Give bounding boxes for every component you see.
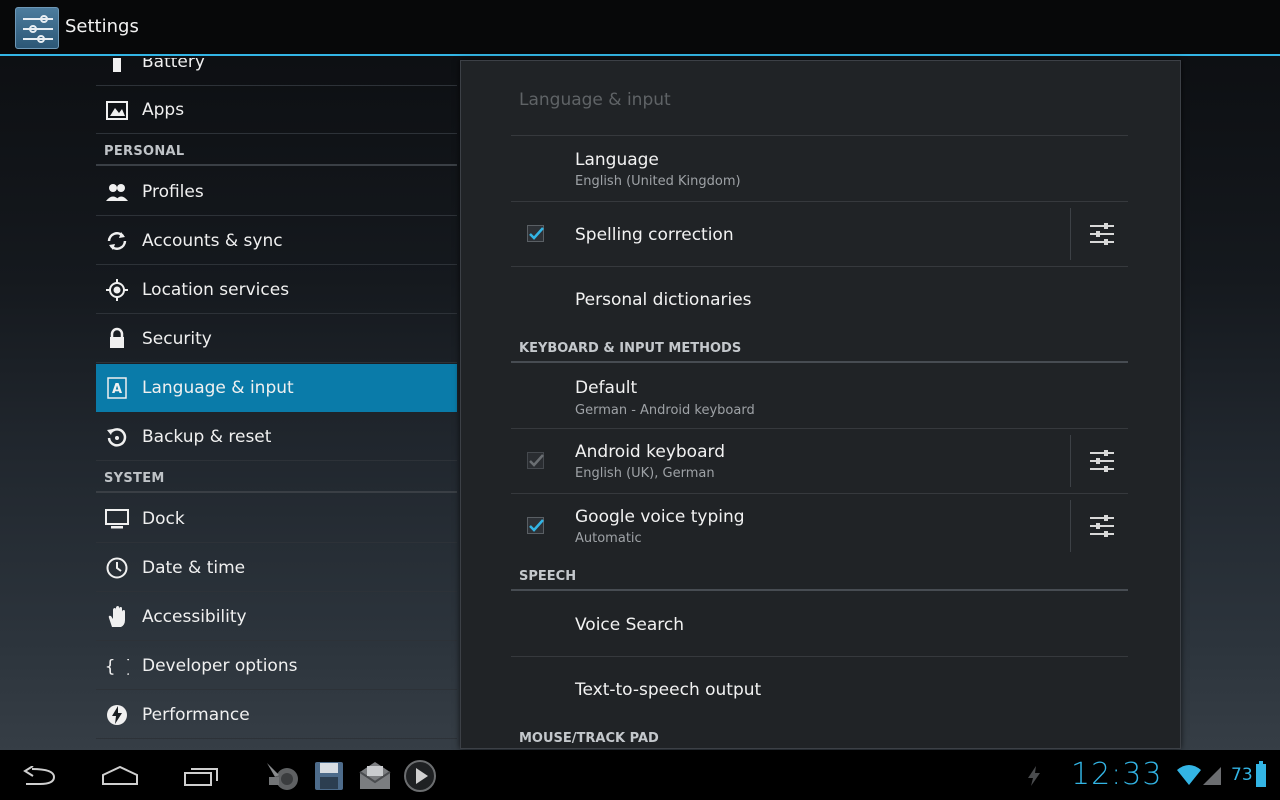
default-summary: German - Android keyboard xyxy=(575,403,755,418)
settings-item-performance[interactable]: Performance xyxy=(96,691,457,739)
vertical-divider xyxy=(1070,208,1071,260)
tts-output-title: Text-to-speech output xyxy=(575,680,762,700)
google-voice-typing-title: Google voice typing xyxy=(575,507,745,527)
battery-status-icon xyxy=(1256,761,1266,787)
android-keyboard-checkbox[interactable] xyxy=(527,452,545,470)
voice-search-row[interactable]: Voice Search xyxy=(511,591,1128,656)
settings-app-icon[interactable] xyxy=(15,7,59,49)
settings-item-location[interactable]: Location services xyxy=(96,266,457,314)
apps-icon xyxy=(106,101,128,120)
settings-item-accounts-sync[interactable]: Accounts & sync xyxy=(96,217,457,265)
settings-item-security[interactable]: Security xyxy=(96,315,457,363)
settings-item-accessibility[interactable]: Accessibility xyxy=(96,593,457,641)
voice-search-title: Voice Search xyxy=(575,615,685,635)
language-input-panel: Language & input Language English (Unite… xyxy=(460,60,1181,749)
personal-dictionaries-title: Personal dictionaries xyxy=(575,290,752,310)
section-header-system: SYSTEM xyxy=(96,463,457,493)
hand-icon xyxy=(108,606,125,627)
panel-title: Language & input xyxy=(519,90,671,110)
performance-icon xyxy=(107,705,127,725)
home-icon[interactable] xyxy=(101,766,139,786)
notification-app-icon[interactable] xyxy=(265,759,301,791)
back-icon[interactable] xyxy=(22,766,58,786)
save-notification-icon[interactable] xyxy=(314,761,344,791)
recent-apps-icon[interactable] xyxy=(183,765,219,787)
section-header-speech: SPEECH xyxy=(519,569,577,584)
default-input-method-row[interactable]: Default German - Android keyboard xyxy=(511,363,1128,428)
media-play-icon[interactable] xyxy=(403,759,437,793)
android-keyboard-row[interactable]: Android keyboard English (UK), German xyxy=(511,429,1128,493)
backup-icon xyxy=(107,428,127,447)
google-voice-typing-summary: Automatic xyxy=(575,531,642,546)
charging-icon xyxy=(1028,766,1040,786)
profiles-icon xyxy=(106,184,128,201)
wifi-icon xyxy=(1177,765,1201,785)
section-header-mouse: MOUSE/TRACK PAD xyxy=(519,731,659,746)
settings-item-developer-options[interactable]: { } Developer options xyxy=(96,642,457,690)
vertical-divider xyxy=(1070,500,1071,552)
spelling-settings-icon[interactable] xyxy=(1089,222,1115,246)
google-voice-typing-row[interactable]: Google voice typing Automatic xyxy=(511,494,1128,558)
default-title: Default xyxy=(575,378,638,398)
android-keyboard-summary: English (UK), German xyxy=(575,466,715,481)
settings-categories-list: Battery Apps PERSONAL Profiles Accounts … xyxy=(96,58,457,750)
spelling-correction-title: Spelling correction xyxy=(575,225,734,245)
location-icon xyxy=(106,279,128,301)
language-row[interactable]: Language English (United Kingdom) xyxy=(511,136,1128,201)
android-keyboard-title: Android keyboard xyxy=(575,442,725,462)
google-voice-settings-icon[interactable] xyxy=(1089,514,1115,538)
settings-item-language-input[interactable]: A Language & input xyxy=(96,364,457,412)
lock-icon xyxy=(110,327,124,348)
settings-item-date-time[interactable]: Date & time xyxy=(96,544,457,592)
language-title: Language xyxy=(575,150,659,170)
tts-output-row[interactable]: Text-to-speech output xyxy=(511,657,1128,721)
google-voice-typing-checkbox[interactable] xyxy=(527,517,545,535)
section-header-personal: PERSONAL xyxy=(96,136,457,166)
app-title: Settings xyxy=(65,16,139,37)
battery-icon xyxy=(113,58,121,72)
personal-dictionaries-row[interactable]: Personal dictionaries xyxy=(511,267,1128,331)
settings-item-battery[interactable]: Battery xyxy=(96,58,457,86)
mail-notification-icon[interactable] xyxy=(358,760,392,790)
settings-item-dock[interactable]: Dock xyxy=(96,495,457,543)
sync-icon xyxy=(107,232,127,250)
section-header-keyboard: KEYBOARD & INPUT METHODS xyxy=(519,341,742,356)
vertical-divider xyxy=(1070,435,1071,487)
braces-icon: { } xyxy=(105,657,129,677)
spelling-correction-checkbox[interactable] xyxy=(527,225,545,243)
status-clock[interactable]: 12:33 xyxy=(1071,757,1162,792)
settings-item-backup-reset[interactable]: Backup & reset xyxy=(96,413,457,461)
language-summary: English (United Kingdom) xyxy=(575,174,741,189)
language-icon: A xyxy=(107,377,127,399)
system-bar: 12:33 73 xyxy=(0,750,1280,800)
settings-item-apps[interactable]: Apps xyxy=(96,86,457,134)
signal-icon xyxy=(1203,767,1221,785)
dock-icon xyxy=(105,509,129,529)
battery-level: 73 xyxy=(1231,765,1253,785)
svg-text:{ }: { } xyxy=(105,657,129,677)
svg-text:A: A xyxy=(112,382,122,397)
action-bar: Settings xyxy=(0,0,1280,56)
settings-item-profiles[interactable]: Profiles xyxy=(96,168,457,216)
android-keyboard-settings-icon[interactable] xyxy=(1089,449,1115,473)
clock-icon xyxy=(106,557,128,579)
spelling-correction-row[interactable]: Spelling correction xyxy=(511,202,1128,266)
